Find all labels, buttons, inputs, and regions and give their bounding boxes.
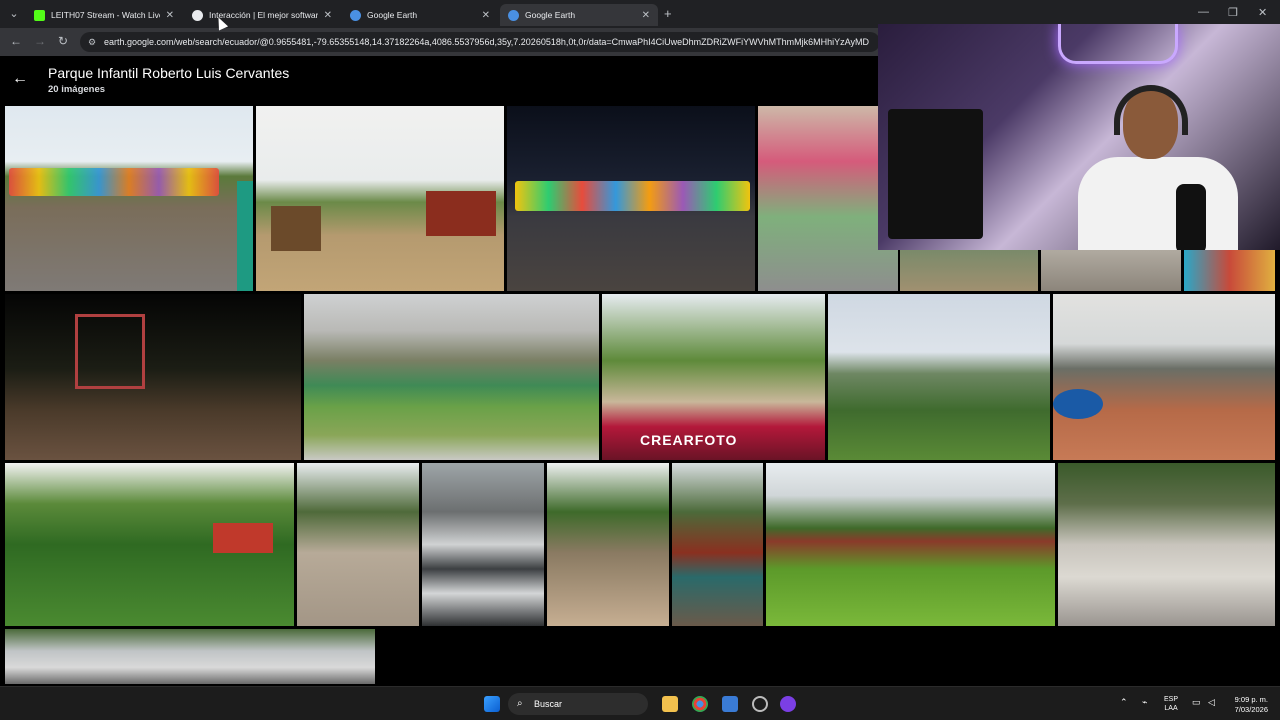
photo-garden-trees[interactable] (5, 463, 294, 626)
forward-icon[interactable]: → (34, 34, 46, 48)
streamer-shirt (1078, 157, 1238, 250)
maximize-icon[interactable]: ❐ (1228, 6, 1238, 19)
minimize-icon[interactable]: — (1198, 6, 1209, 18)
windows-taskbar: ⌕ Buscar ⌃ ⌁ ESP LAA ▭ ◁ 9:09 p. m. 7/03… (0, 686, 1280, 720)
file-explorer-icon[interactable] (662, 696, 678, 712)
tab-google-earth-2[interactable]: Google Earth ✕ (500, 4, 658, 26)
photo-park-partial-a[interactable] (900, 250, 1038, 291)
tab-title: Google Earth (525, 10, 576, 20)
photo-swings[interactable] (297, 463, 419, 626)
photo-carousel-rides[interactable] (758, 106, 898, 291)
address-bar[interactable]: ⚙ earth.google.com/web/search/ecuador/@0… (80, 32, 880, 52)
taskbar-search[interactable]: ⌕ Buscar (508, 693, 648, 715)
lang-code: ESP (1164, 696, 1179, 703)
tab-title: LEITH07 Stream - Watch Live o (51, 10, 160, 20)
obs-icon[interactable] (752, 696, 768, 712)
photo-playground-night[interactable] (5, 294, 301, 460)
new-tab-icon[interactable]: + (664, 6, 672, 21)
site-favicon-icon (192, 9, 203, 21)
tab-title: Google Earth (367, 10, 418, 20)
photo-esmeraldas-wall[interactable] (5, 629, 375, 684)
display-icon[interactable]: ▭ (1192, 697, 1201, 708)
address-text: earth.google.com/web/search/ecuador/@0.9… (104, 37, 869, 47)
photo-football-stadium[interactable] (304, 294, 599, 460)
site-info-icon[interactable]: ⚙ (88, 32, 96, 52)
language-indicator[interactable]: ESP LAA (1164, 695, 1178, 713)
clock-time: 9:09 p. m. (1234, 695, 1268, 704)
store-icon[interactable] (722, 696, 738, 712)
photo-park-partial-c[interactable] (1184, 250, 1275, 291)
close-tab-icon[interactable]: ✕ (642, 10, 650, 21)
back-arrow-icon[interactable]: ← (12, 70, 28, 88)
headset-icon (1114, 85, 1188, 135)
tab-search-icon[interactable]: ⌄ (6, 6, 22, 22)
kick-favicon-icon (34, 9, 45, 21)
neon-sign-icon (1058, 24, 1178, 64)
tab-google-earth-1[interactable]: Google Earth ✕ (342, 4, 498, 26)
lang-layout: LAA (1164, 705, 1178, 712)
photo-palm-garden[interactable]: CREARFOTO (602, 294, 825, 460)
tab-leith07-stream[interactable]: LEITH07 Stream - Watch Live o ✕ (26, 4, 182, 26)
google-earth-favicon-icon (508, 9, 519, 21)
search-placeholder: Buscar (534, 699, 563, 709)
photo-green-hills[interactable] (828, 294, 1050, 460)
watermark-crearfoto: CREARFOTO (640, 432, 738, 448)
google-earth-favicon-icon (350, 9, 361, 21)
photo-esmeraldas-sign-night[interactable] (507, 106, 755, 291)
webcam-overlay (878, 24, 1280, 250)
close-tab-icon[interactable]: ✕ (166, 10, 174, 21)
windows-start-icon[interactable] (484, 696, 500, 712)
photo-playground-day[interactable] (256, 106, 504, 291)
image-count: 20 imágenes (48, 84, 106, 95)
photo-riverside-promenade[interactable] (1053, 294, 1275, 460)
tab-title: Interacción | El mejor software (209, 10, 318, 20)
photo-gazebo-park[interactable] (766, 463, 1055, 626)
search-icon: ⌕ (517, 698, 523, 709)
close-window-icon[interactable]: ✕ (1258, 6, 1267, 19)
tab-interaccion[interactable]: Interacción | El mejor software ✕ (184, 4, 340, 26)
reload-icon[interactable]: ↻ (58, 34, 68, 48)
back-icon[interactable]: ← (10, 34, 22, 48)
chrome-icon[interactable] (692, 696, 708, 712)
photo-climbing-frame[interactable] (672, 463, 763, 626)
system-clock[interactable]: 9:09 p. m. 7/03/2026 (1222, 695, 1268, 715)
close-tab-icon[interactable]: ✕ (482, 10, 490, 21)
close-tab-icon[interactable]: ✕ (324, 10, 332, 21)
place-title: Parque Infantil Roberto Luis Cervantes (48, 65, 290, 81)
photo-construction-blocks[interactable] (422, 463, 544, 626)
photo-esmeraldas-sign-day[interactable] (5, 106, 253, 291)
microphone-icon (1176, 184, 1206, 250)
network-icon[interactable]: ⌁ (1142, 697, 1147, 708)
photo-palm-sandbox[interactable] (547, 463, 669, 626)
clock-date: 7/03/2026 (1234, 705, 1268, 714)
app-icon[interactable] (780, 696, 796, 712)
volume-icon[interactable]: ◁ (1208, 697, 1215, 708)
photo-rubble-sacks[interactable] (1058, 463, 1275, 626)
photo-park-partial-b[interactable] (1041, 250, 1181, 291)
streamer-avatar (1068, 79, 1238, 250)
figurine-shelf (888, 109, 983, 239)
tray-chevron-icon[interactable]: ⌃ (1120, 697, 1128, 708)
